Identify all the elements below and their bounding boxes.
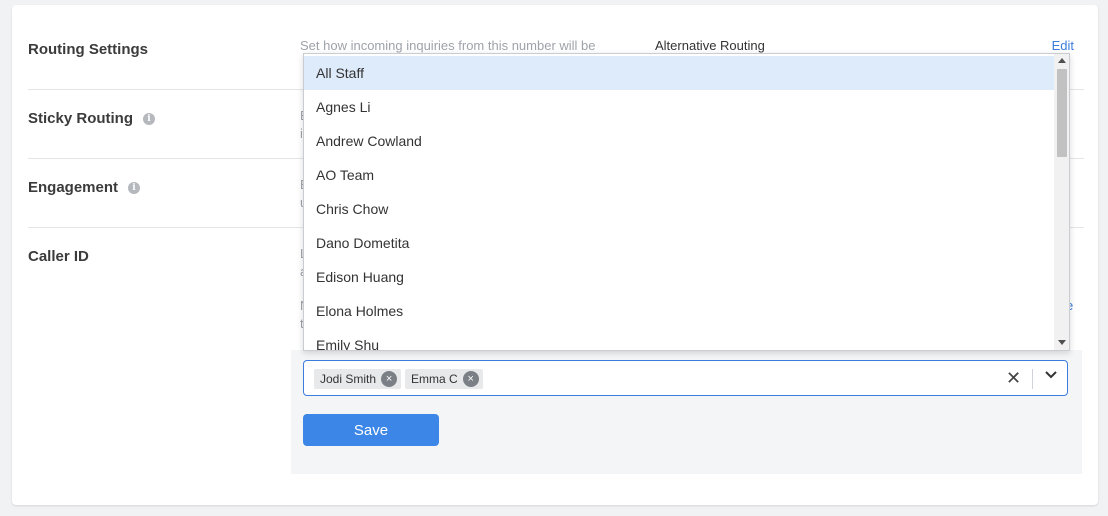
staff-dropdown-menu[interactable]: All Staff Agnes Li Andrew Cowland AO Tea… — [303, 53, 1070, 351]
dropdown-option[interactable]: AO Team — [304, 158, 1054, 192]
routing-settings-title: Routing Settings — [28, 41, 148, 58]
info-icon[interactable]: i — [143, 112, 156, 125]
scroll-down-arrow-icon[interactable] — [1058, 340, 1066, 345]
sticky-routing-label: Sticky Routing — [28, 110, 134, 127]
tag-label: Emma C — [411, 372, 458, 386]
sticky-routing-title: Sticky Routing i — [28, 110, 156, 127]
routing-settings-edit-link[interactable]: Edit — [1052, 38, 1074, 53]
routing-settings-label: Routing Settings — [28, 41, 148, 58]
dropdown-option[interactable]: Agnes Li — [304, 90, 1054, 124]
info-icon[interactable]: i — [128, 181, 141, 194]
dropdown-scrollbar[interactable] — [1054, 54, 1069, 350]
chevron-down-icon[interactable] — [1044, 368, 1058, 382]
engagement-label: Engagement — [28, 179, 119, 196]
selected-tag: Emma C × — [405, 369, 483, 389]
dropdown-option[interactable]: Edison Huang — [304, 260, 1054, 294]
scrollbar-thumb[interactable] — [1057, 69, 1067, 157]
caller-id-label: Caller ID — [28, 248, 89, 265]
selected-tag: Jodi Smith × — [314, 369, 402, 389]
save-button[interactable]: Save — [303, 414, 439, 446]
dropdown-option[interactable]: Elona Holmes — [304, 294, 1054, 328]
scroll-up-arrow-icon[interactable] — [1058, 58, 1066, 63]
routing-settings-value: Alternative Routing — [655, 38, 765, 53]
tag-label: Jodi Smith — [320, 372, 377, 386]
dropdown-option[interactable]: Chris Chow — [304, 192, 1054, 226]
remove-tag-icon[interactable]: × — [462, 371, 479, 387]
select-separator — [1032, 369, 1033, 389]
staff-multi-select[interactable]: Jodi Smith × Emma C × ✕ — [303, 360, 1068, 396]
dropdown-option[interactable]: Dano Dometita — [304, 226, 1054, 260]
remove-tag-icon[interactable]: × — [381, 371, 398, 387]
dropdown-option-all-staff[interactable]: All Staff — [304, 56, 1054, 90]
engagement-title: Engagement i — [28, 179, 141, 196]
routing-settings-description: Set how incoming inquiries from this num… — [300, 38, 596, 53]
dropdown-option[interactable]: Emily Shu — [304, 328, 1054, 350]
dropdown-option[interactable]: Andrew Cowland — [304, 124, 1054, 158]
clear-selection-icon[interactable]: ✕ — [1006, 368, 1021, 389]
caller-id-title: Caller ID — [28, 248, 89, 265]
